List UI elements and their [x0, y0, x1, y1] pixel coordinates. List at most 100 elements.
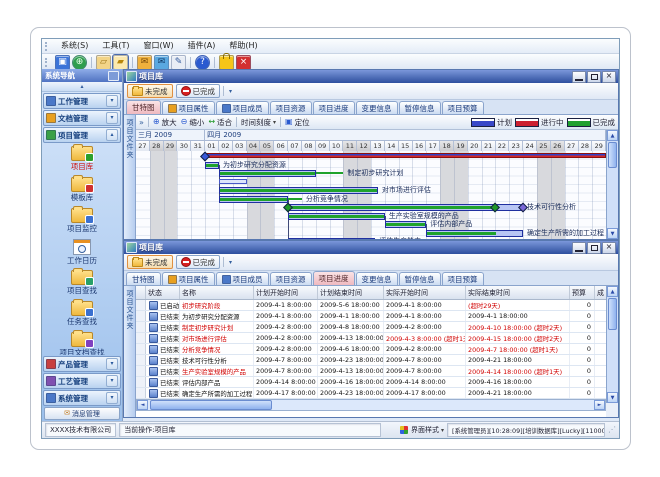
sidebar-scroll-up-button[interactable]: ▴	[42, 82, 122, 92]
table-row[interactable]: 已结束对市场进行评估2009-4-2 8:00:002009-4-13 18:0…	[136, 333, 606, 344]
tab-甘特图[interactable]: 甘特图	[126, 272, 161, 285]
tab-项目成员[interactable]: 项目成员	[216, 272, 269, 285]
tab-暂停信息[interactable]: 暂停信息	[399, 272, 441, 285]
filter-button-未完成[interactable]: 未完成	[127, 255, 173, 269]
table-row[interactable]: 已结束分析竞争情况2009-4-2 8:00:002009-4-6 18:00:…	[136, 344, 606, 355]
tab-项目资源[interactable]: 项目资源	[270, 272, 312, 285]
tab-暂停信息[interactable]: 暂停信息	[399, 101, 441, 114]
menu-item[interactable]: 插件(A)	[181, 39, 223, 53]
toolbar-grip[interactable]	[45, 58, 50, 67]
gantt-bar[interactable]	[219, 187, 378, 194]
tab-项目属性[interactable]: 项目属性	[162, 101, 215, 114]
column-header-状态[interactable]: 状态	[146, 286, 180, 299]
column-header-计划开始时间[interactable]: 计划开始时间	[254, 286, 318, 299]
menu-item[interactable]: 系统(S)	[54, 39, 95, 53]
window-titlebar[interactable]: 项目库 ×	[124, 70, 618, 83]
resize-grip[interactable]: ⋰	[608, 426, 616, 434]
project-folder-side-tab[interactable]: 项目文件夹	[124, 286, 136, 417]
globe-icon[interactable]: ⊕	[72, 55, 87, 70]
scroll-up-arrow[interactable]: ▲	[607, 286, 618, 297]
row-selector-cell[interactable]	[136, 344, 146, 354]
chevron-up-icon[interactable]: ▴	[106, 129, 118, 141]
scrollbar-thumb[interactable]	[608, 298, 617, 330]
menu-item[interactable]: 帮助(H)	[222, 39, 264, 53]
table-row[interactable]: 已启动初步研究阶段2009-4-1 8:00:002009-5-6 18:00:…	[136, 300, 606, 311]
sidebar-group-header[interactable]: 项目管理▴	[43, 127, 121, 143]
gantt-bar[interactable]	[426, 230, 523, 237]
folder-open-icon[interactable]: ▰	[113, 55, 128, 70]
tab-项目进度[interactable]: 项目进度	[313, 271, 355, 285]
zoom-out-button[interactable]: ⊖缩小	[181, 117, 205, 128]
table-vertical-scrollbar[interactable]: ▲ ▼	[606, 286, 618, 403]
tab-项目进度[interactable]: 项目进度	[313, 101, 355, 114]
column-header-实际结束时间[interactable]: 实际结束时间	[466, 286, 570, 299]
column-header-预算[interactable]: 预算	[570, 286, 595, 299]
close-button[interactable]: ×	[602, 242, 616, 254]
sidebar-group-header[interactable]: 文档管理▾	[43, 110, 121, 126]
gantt-vertical-scrollbar[interactable]: ▲ ▼	[606, 130, 618, 239]
close-button[interactable]: ×	[602, 71, 616, 83]
window-titlebar[interactable]: 项目库 ×	[124, 241, 618, 254]
row-selector-cell[interactable]	[136, 377, 146, 387]
tab-项目预算[interactable]: 项目预算	[442, 101, 484, 114]
row-selector-cell[interactable]	[136, 311, 146, 321]
sidebar-group-header[interactable]: 产品管理▾	[43, 356, 121, 372]
sidebar-group-header[interactable]: 工艺管理▾	[43, 373, 121, 389]
sidebar-group-header[interactable]: 系统管理▾	[43, 390, 121, 406]
tab-message-management[interactable]: ✉ 消息管理	[44, 407, 120, 420]
locate-button[interactable]: ▣定位	[285, 117, 310, 128]
sidebar-item-项目查找[interactable]: 项目查找	[67, 270, 97, 301]
row-selector-cell[interactable]	[136, 366, 146, 376]
mail-send-icon[interactable]: ✉	[137, 55, 152, 70]
tab-项目资源[interactable]: 项目资源	[270, 101, 312, 114]
row-selector-cell[interactable]	[136, 355, 146, 365]
tab-变更信息[interactable]: 变更信息	[356, 272, 398, 285]
chevron-down-icon[interactable]: ▾	[106, 112, 118, 124]
row-selector-cell[interactable]	[136, 300, 146, 310]
project-folder-side-tab[interactable]: 项目文件夹	[124, 115, 136, 239]
table-horizontal-scrollbar[interactable]: ◄ ►	[136, 399, 606, 411]
minimize-button[interactable]	[572, 71, 586, 83]
more-options-button[interactable]: ▾	[227, 88, 234, 95]
column-header-成[interactable]: 成	[595, 286, 606, 299]
minimize-button[interactable]	[572, 242, 586, 254]
gantt-bar[interactable]	[205, 153, 606, 158]
zoom-in-button[interactable]: ⊕放大	[153, 117, 177, 128]
gantt-bar[interactable]	[288, 213, 385, 220]
scrollbar-track[interactable]	[148, 400, 594, 410]
table-row[interactable]: 已结束为初步研究分配资源2009-4-1 8:00:002009-4-1 18:…	[136, 311, 606, 322]
tab-甘特图[interactable]: 甘特图	[126, 100, 161, 114]
gantt-bar[interactable]	[288, 238, 375, 239]
scroll-up-arrow[interactable]: ▲	[607, 130, 618, 141]
scroll-down-arrow[interactable]: ▼	[607, 228, 618, 239]
filter-button-已完成[interactable]: 已完成	[176, 84, 221, 98]
column-header-名称[interactable]: 名称	[180, 286, 254, 299]
pin-icon[interactable]	[108, 71, 119, 81]
filter-button-已完成[interactable]: 已完成	[176, 255, 221, 269]
sidebar-item-任务查找[interactable]: 任务查找	[67, 301, 97, 332]
help-icon[interactable]: ?	[195, 55, 210, 70]
chevron-down-icon[interactable]: ▾	[106, 375, 118, 387]
menu-grip[interactable]	[45, 42, 50, 51]
exit-icon[interactable]: ×	[236, 55, 251, 70]
table-row[interactable]: 已结束评估内部产品2009-4-14 8:00:002009-4-16 18:0…	[136, 377, 606, 388]
overflow-chevron-icon[interactable]: »	[139, 118, 144, 127]
chevron-down-icon[interactable]: ▾	[106, 358, 118, 370]
fit-button[interactable]: ↔适合	[208, 117, 232, 128]
sidebar-item-项目监控[interactable]: 项目监控	[67, 208, 97, 239]
column-header-计划结束时间[interactable]: 计划结束时间	[318, 286, 384, 299]
table-row[interactable]: 已结束技术可行性分析2009-4-7 8:00:002009-4-23 18:0…	[136, 355, 606, 366]
ui-style-dropdown[interactable]: 界面样式 ▾	[411, 425, 444, 435]
filter-button-未完成[interactable]: 未完成	[127, 84, 173, 98]
restore-button[interactable]	[587, 242, 601, 254]
sidebar-group-header[interactable]: 工作管理▾	[43, 93, 121, 109]
table-row[interactable]: 已结束确定生产所需的加工过程2009-4-17 8:00:002009-4-23…	[136, 388, 606, 399]
folder-closed-icon[interactable]: ▱	[96, 55, 111, 70]
tab-项目预算[interactable]: 项目预算	[442, 272, 484, 285]
gantt-bar[interactable]	[288, 204, 523, 211]
mail-edit-icon[interactable]: ✎	[171, 55, 186, 70]
sidebar-item-模板库[interactable]: 模板库	[71, 177, 94, 208]
system-icon[interactable]: ▣	[55, 55, 70, 70]
sidebar-item-工作日历[interactable]: 工作日历	[67, 239, 97, 270]
more-options-button[interactable]: ▾	[227, 259, 234, 266]
